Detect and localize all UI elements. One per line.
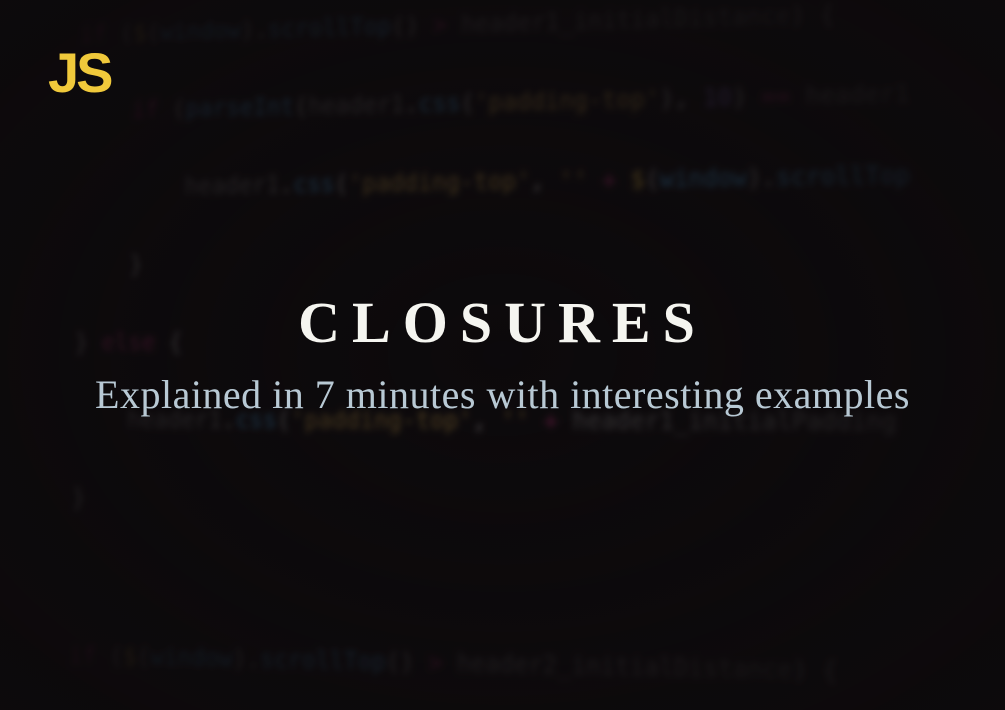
js-logo: JS xyxy=(48,40,111,105)
content-area: CLOSURES Explained in 7 minutes with int… xyxy=(0,0,1005,710)
subtitle: Explained in 7 minutes with interesting … xyxy=(95,368,910,422)
main-title: CLOSURES xyxy=(298,289,707,356)
